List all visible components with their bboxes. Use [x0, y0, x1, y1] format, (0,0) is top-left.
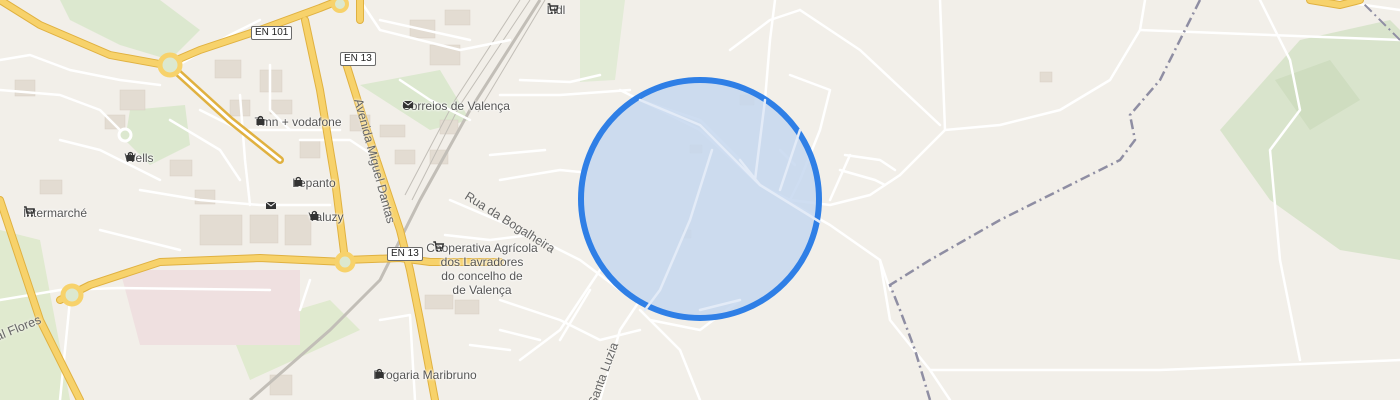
road-shield-en13-north: EN 13 [340, 52, 376, 66]
shopping-bag-icon [310, 210, 319, 220]
roundabout [334, 251, 356, 273]
roundabout [331, 0, 349, 13]
roundabout [157, 52, 183, 78]
poi-intermarche[interactable]: Intermarché [23, 206, 87, 220]
mail-icon [402, 100, 414, 108]
poi-label: Tmn + vodafone [254, 115, 342, 129]
roundabout [117, 127, 133, 143]
shopping-bag-icon [375, 368, 384, 378]
park-area [60, 0, 200, 60]
shopping-cart-icon [23, 206, 35, 217]
poi-wells[interactable]: Wells [124, 151, 153, 165]
poi-lepanto[interactable]: Lepanto [292, 176, 335, 190]
shopping-bag-icon [126, 151, 135, 161]
park-area [1220, 20, 1400, 260]
map-canvas[interactable]: EN 101 EN 13 EN 13 Avenida Miguel Dantas… [0, 0, 1400, 400]
poi-valuzy[interactable]: Valuzy [308, 210, 343, 224]
shopping-bag-icon [256, 115, 265, 125]
poi-cooperativa[interactable]: Cooperativa Agrícola dos Lavradores do c… [426, 241, 537, 297]
road-shield-en13-south: EN 13 [387, 247, 423, 261]
poi-drogaria[interactable]: Drogaria Maribruno [373, 368, 476, 382]
shopping-bag-icon [294, 176, 303, 186]
map-base-layer [0, 0, 1400, 400]
poi-tmn-vodafone[interactable]: Tmn + vodafone [254, 115, 341, 129]
poi-label: Correios de Valença [402, 99, 510, 113]
poi-correios[interactable]: Correios de Valença [402, 99, 510, 113]
poi-lidl[interactable]: Lidl [547, 3, 566, 17]
shopping-cart-icon [433, 241, 445, 252]
road-shield-en101: EN 101 [251, 26, 293, 40]
poi-label: Drogaria Maribruno [373, 368, 477, 382]
boundary-line [888, 0, 1202, 400]
park-area [580, 0, 625, 82]
mail-icon [265, 201, 277, 209]
shopping-cart-icon [547, 3, 559, 14]
roundabout [60, 283, 84, 307]
park-area [120, 270, 300, 345]
